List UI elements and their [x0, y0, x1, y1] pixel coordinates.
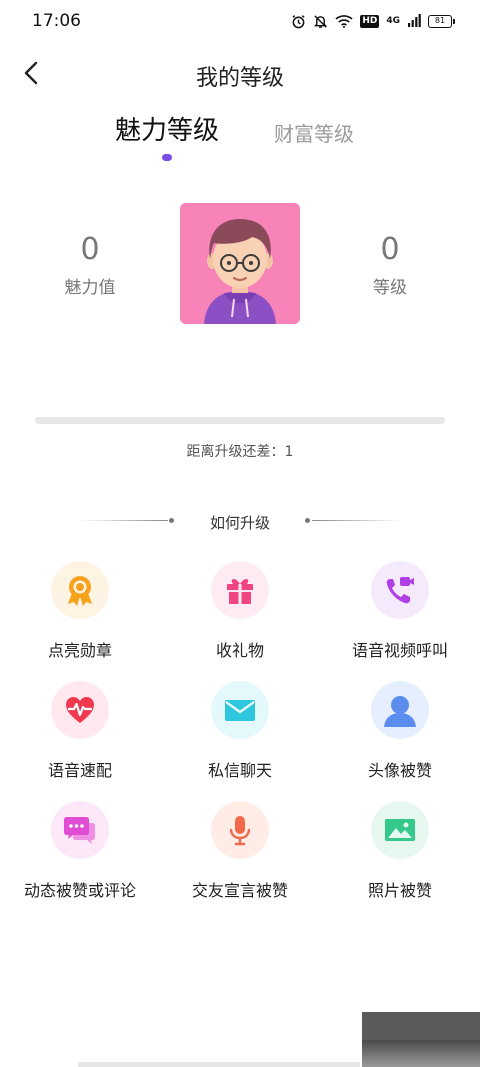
grid-row: 点亮勋章 收礼物 语音视频呼叫	[0, 561, 480, 681]
level-value: 0	[380, 232, 400, 267]
upgrade-item-declaration-like[interactable]: 交友宣言被赞	[160, 801, 320, 901]
mute-bell-icon	[314, 14, 328, 28]
level-label: 等级	[373, 278, 407, 298]
upgrade-item-moment-like[interactable]: 动态被赞或评论	[0, 801, 160, 901]
video-call-icon	[371, 561, 429, 619]
how-to-upgrade-heading: 如何升级	[0, 510, 480, 532]
upgrade-item-label: 语音速配	[47, 761, 112, 780]
signal-icon	[408, 14, 421, 27]
level-progress-bar	[35, 417, 445, 424]
status-bar: 17:06 HD 4G 81	[0, 0, 480, 42]
tab-wealth-level[interactable]: 财富等级	[274, 118, 354, 147]
active-tab-indicator	[162, 154, 172, 161]
upgrade-item-label: 头像被赞	[367, 761, 432, 780]
upgrade-item-label: 动态被赞或评论	[23, 881, 136, 900]
bottom-overlay	[362, 1012, 480, 1067]
upgrade-item-video-call[interactable]: 语音视频呼叫	[320, 561, 480, 661]
hd-badge: HD	[360, 14, 380, 28]
upgrade-item-label: 收礼物	[215, 641, 264, 660]
user-avatar-icon	[371, 681, 429, 739]
status-icons: HD 4G 81	[291, 14, 455, 29]
status-time: 17:06	[32, 11, 81, 31]
tab-charm-level[interactable]: 魅力等级	[115, 110, 219, 147]
how-to-upgrade-title: 如何升级	[209, 514, 270, 532]
nav-bar: 我的等级	[0, 48, 480, 98]
grid-row: 语音速配 私信聊天 头像被赞	[0, 681, 480, 801]
charm-value-stat: 0 魅力值	[30, 232, 150, 298]
upgrade-item-medal[interactable]: 点亮勋章	[0, 561, 160, 661]
medal-icon	[51, 561, 109, 619]
avatar-illustration	[180, 203, 300, 324]
upgrade-item-label: 语音视频呼叫	[351, 641, 448, 660]
upgrade-item-voice-match[interactable]: 语音速配	[0, 681, 160, 781]
upgrade-methods-grid: 点亮勋章 收礼物 语音视频呼叫 语音速配 私信聊天 头像被赞 动态被赞或评论 交…	[0, 561, 480, 921]
mail-icon	[211, 681, 269, 739]
level-stat: 0 等级	[330, 232, 450, 298]
upgrade-item-photo-like[interactable]: 照片被赞	[320, 801, 480, 901]
alarm-icon	[292, 14, 305, 28]
bottom-edge-bar	[78, 1062, 360, 1067]
upgrade-item-gift[interactable]: 收礼物	[160, 561, 320, 661]
level-tabs: 魅力等级 财富等级	[0, 110, 480, 170]
upgrade-gap-text: 距离升级还差：1	[186, 444, 294, 460]
microphone-icon	[211, 801, 269, 859]
avatar	[180, 203, 300, 324]
upgrade-item-label: 照片被赞	[367, 881, 432, 900]
upgrade-item-label: 点亮勋章	[47, 641, 112, 660]
grid-row: 动态被赞或评论 交友宣言被赞 照片被赞	[0, 801, 480, 921]
network-type: 4G	[386, 15, 400, 26]
photo-icon	[371, 801, 429, 859]
upgrade-item-private-chat[interactable]: 私信聊天	[160, 681, 320, 781]
chat-bubbles-icon	[51, 801, 109, 859]
heading-divider-right	[312, 520, 402, 521]
page-title: 我的等级	[195, 66, 284, 91]
upgrade-item-label: 私信聊天	[207, 761, 272, 780]
charm-value: 0	[80, 232, 100, 267]
upgrade-item-label: 交友宣言被赞	[191, 881, 288, 900]
wifi-icon	[335, 15, 353, 28]
gift-icon	[211, 561, 269, 619]
heart-pulse-icon	[51, 681, 109, 739]
upgrade-item-avatar-like[interactable]: 头像被赞	[320, 681, 480, 781]
charm-value-label: 魅力值	[64, 278, 116, 298]
heading-dot-right	[305, 518, 310, 523]
battery-indicator: 81	[428, 14, 455, 28]
